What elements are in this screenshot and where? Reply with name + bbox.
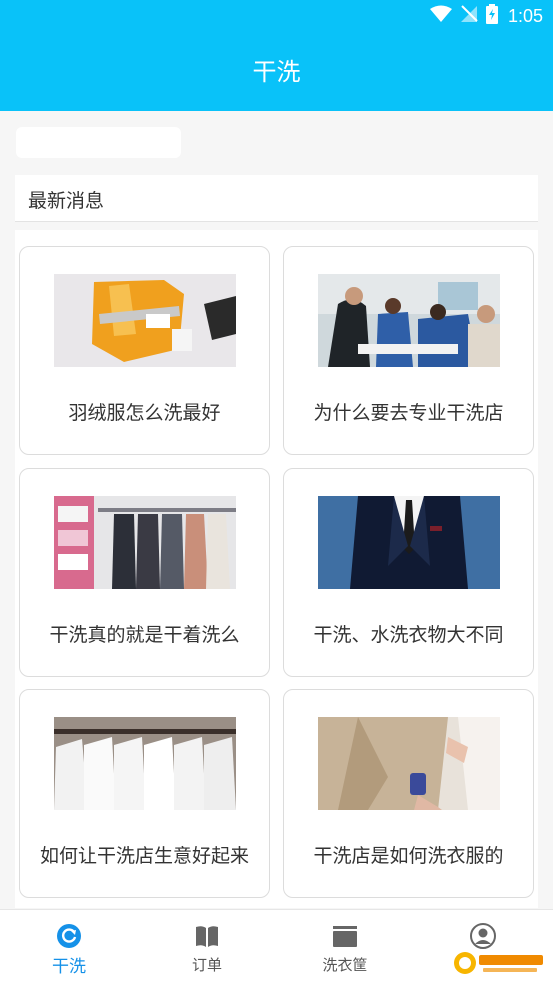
search-input[interactable]	[16, 127, 181, 158]
article-image	[318, 717, 500, 810]
article-title: 羽绒服怎么洗最好	[68, 402, 221, 424]
article-image	[54, 274, 236, 367]
article-card[interactable]: 羽绒服怎么洗最好	[19, 246, 270, 455]
article-image	[318, 274, 500, 367]
article-image	[318, 496, 500, 589]
tab-laundry-basket[interactable]: 洗衣筐	[276, 910, 414, 983]
no-signal-icon	[460, 5, 478, 27]
article-card[interactable]: 干洗真的就是干着洗么	[19, 468, 270, 677]
page-title: 干洗	[252, 58, 301, 86]
refresh-circle-icon	[55, 922, 83, 950]
article-title: 为什么要去专业干洗店	[313, 402, 504, 424]
app-header: 1:05 干洗	[0, 0, 553, 111]
user-icon	[469, 922, 497, 950]
book-icon	[193, 922, 221, 950]
article-image	[54, 717, 236, 810]
wifi-icon	[429, 5, 452, 27]
status-bar: 1:05	[0, 0, 553, 32]
article-card[interactable]: 干洗店是如何洗衣服的	[283, 689, 534, 898]
status-icons: 1:05	[429, 4, 543, 28]
watermark-logo	[451, 949, 547, 977]
tab-dry-clean[interactable]: 干洗	[0, 910, 138, 983]
article-title: 干洗真的就是干着洗么	[49, 624, 240, 646]
tab-orders[interactable]: 订单	[138, 910, 276, 983]
article-title: 干洗店是如何洗衣服的	[313, 845, 504, 867]
article-image	[54, 496, 236, 589]
battery-icon	[485, 4, 498, 28]
tab-label: 订单	[191, 956, 222, 974]
article-card[interactable]: 如何让干洗店生意好起来	[19, 689, 270, 898]
article-card[interactable]: 为什么要去专业干洗店	[283, 246, 534, 455]
basket-icon	[331, 922, 359, 950]
tab-label: 干洗	[52, 957, 86, 977]
news-section-header: 最新消息	[15, 175, 538, 222]
bottom-tab-bar: 干洗 订单 洗衣筐	[0, 909, 553, 983]
tab-label: 洗衣筐	[322, 956, 368, 974]
news-section-title: 最新消息	[28, 190, 105, 212]
status-time: 1:05	[507, 5, 543, 26]
article-card[interactable]: 干洗、水洗衣物大不同	[283, 468, 534, 677]
article-title: 干洗、水洗衣物大不同	[313, 624, 504, 646]
article-title: 如何让干洗店生意好起来	[39, 845, 249, 867]
